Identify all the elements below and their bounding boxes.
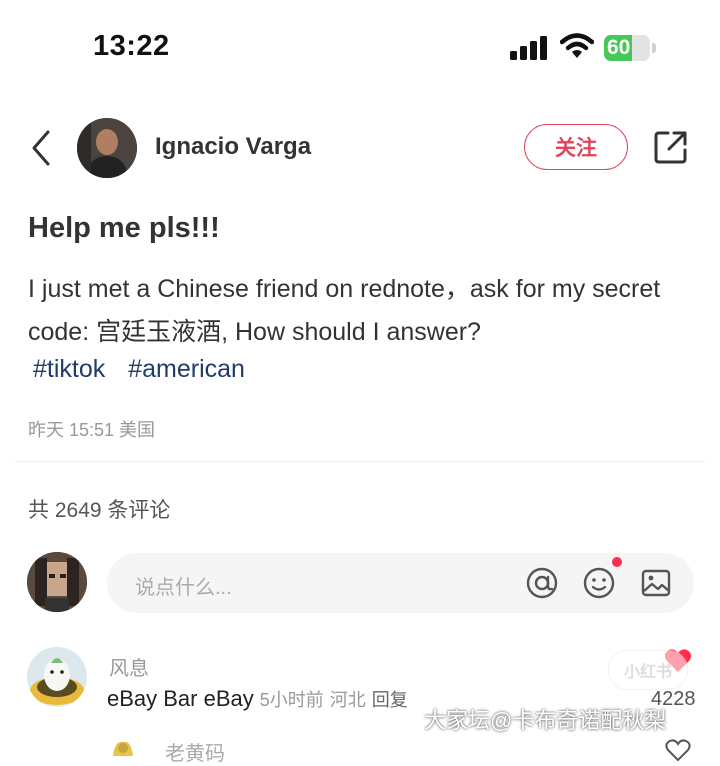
watermark-logo: 小红书 bbox=[608, 650, 688, 690]
notification-dot bbox=[612, 557, 622, 567]
battery-indicator: 60 bbox=[604, 35, 656, 61]
post-body: I just met a Chinese friend on rednote，a… bbox=[28, 275, 661, 346]
wifi-icon bbox=[560, 33, 594, 58]
comment-count: 共 2649 条评论 bbox=[28, 499, 171, 522]
divider bbox=[14, 461, 706, 462]
tag-link[interactable]: #tiktok bbox=[33, 355, 105, 383]
current-user-avatar[interactable] bbox=[27, 552, 87, 612]
commenter-avatar[interactable] bbox=[105, 734, 141, 756]
follow-button[interactable]: 关注 bbox=[524, 124, 628, 170]
image-icon[interactable] bbox=[639, 566, 673, 600]
reply-button[interactable]: 回复 bbox=[372, 690, 408, 710]
commenter-name[interactable]: 老黄码 bbox=[165, 737, 225, 766]
post-meta: 昨天 15:51 美国 bbox=[28, 420, 156, 440]
author-name[interactable]: Ignacio Varga bbox=[155, 133, 311, 161]
comment-input-placeholder[interactable]: 说点什么... bbox=[135, 571, 232, 600]
post-title: Help me pls!!! bbox=[28, 212, 220, 244]
heart-outline-icon[interactable] bbox=[664, 738, 692, 762]
at-icon[interactable] bbox=[525, 566, 559, 600]
chevron-left-icon[interactable] bbox=[24, 126, 58, 170]
cellular-signal-icon bbox=[510, 36, 547, 60]
post-tags: #tiktok #american bbox=[33, 355, 261, 384]
comment-text: eBay Bar eBay 5小时前 河北 回复 bbox=[107, 686, 408, 712]
tag-link[interactable]: #american bbox=[128, 355, 245, 383]
emoji-icon[interactable] bbox=[582, 566, 616, 600]
status-time: 13:22 bbox=[93, 30, 170, 62]
comment-time: 5小时前 bbox=[259, 690, 324, 710]
comment-body: eBay Bar eBay bbox=[107, 686, 254, 711]
author-avatar[interactable] bbox=[77, 118, 137, 178]
comment-location: 河北 bbox=[329, 690, 366, 710]
commenter-name[interactable]: 风息 bbox=[109, 652, 149, 681]
share-icon[interactable] bbox=[652, 128, 690, 166]
commenter-avatar[interactable] bbox=[27, 647, 87, 707]
watermark-text: 大家坛@卡布奇诺配秋梨 bbox=[424, 708, 667, 733]
battery-percent: 60 bbox=[607, 36, 631, 59]
